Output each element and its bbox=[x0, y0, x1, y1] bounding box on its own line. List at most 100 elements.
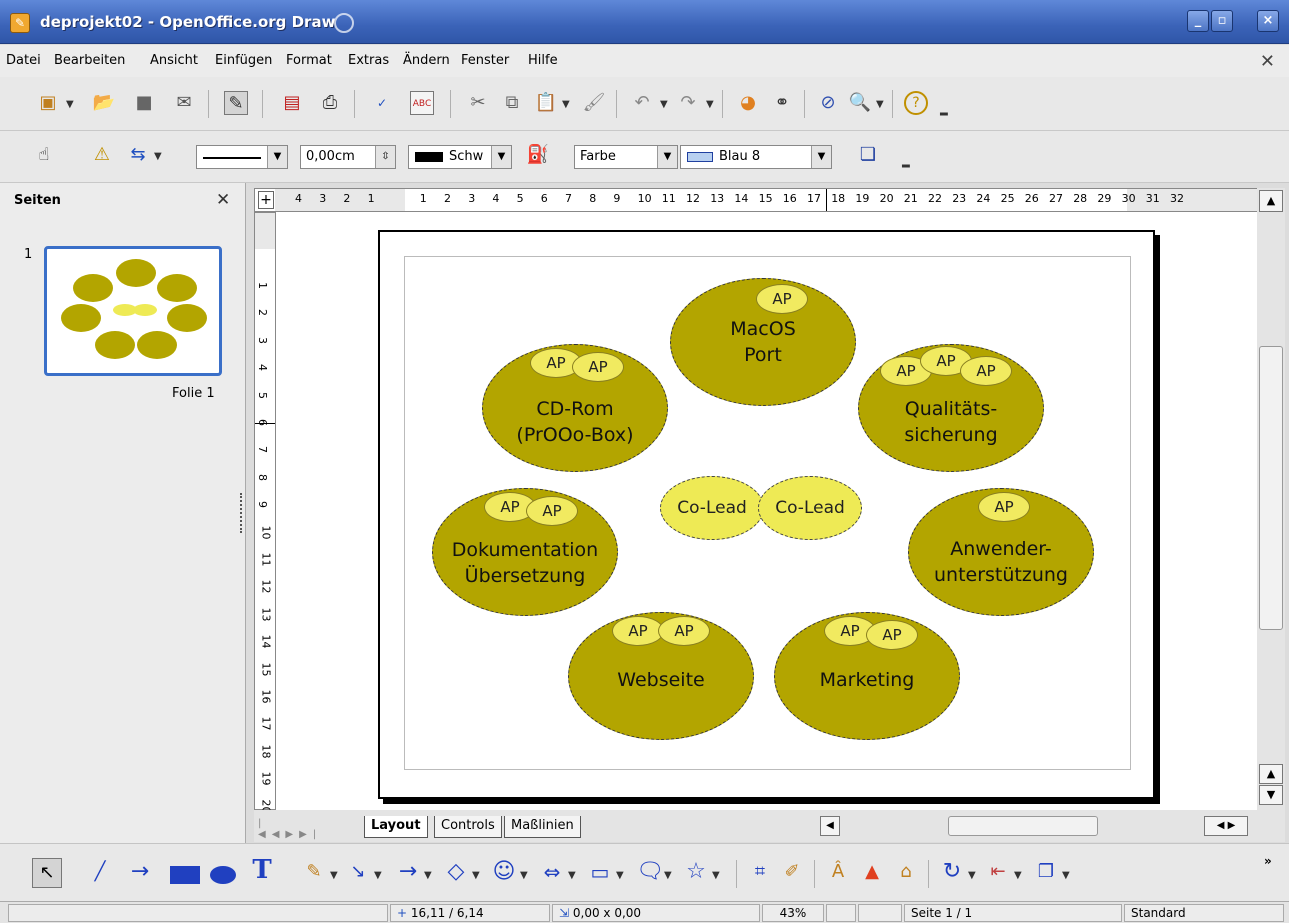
menu-extras[interactable]: Extras bbox=[348, 53, 389, 68]
line-tool-icon[interactable]: ╱ bbox=[88, 860, 112, 884]
arrange-icon[interactable]: ❐ bbox=[1034, 860, 1058, 884]
toolbar-overflow-icon[interactable]: ▂ bbox=[902, 157, 910, 168]
tab-masslinien[interactable]: Maßlinien bbox=[504, 816, 581, 838]
scroll-up-icon[interactable]: ▲ bbox=[1259, 190, 1283, 212]
menu-format[interactable]: Format bbox=[286, 53, 332, 68]
lines-arrows-dropdown-icon[interactable]: ▼ bbox=[424, 870, 432, 881]
ap-marker[interactable]: AP bbox=[612, 616, 664, 646]
styles-icon[interactable]: ☝ bbox=[32, 143, 56, 167]
ap-marker[interactable]: AP bbox=[526, 496, 578, 526]
line-style-select[interactable]: ▼ bbox=[196, 145, 288, 169]
line-icon[interactable]: ⚠ bbox=[90, 143, 114, 167]
alignment-dropdown-icon[interactable]: ▼ bbox=[1014, 870, 1022, 881]
basic-shapes-dropdown-icon[interactable]: ▼ bbox=[472, 870, 480, 881]
glue-points-icon[interactable]: ✐ bbox=[780, 860, 804, 884]
line-width-field[interactable]: 0,00cm ⇳ bbox=[300, 145, 396, 169]
chevron-down-icon[interactable]: ▼ bbox=[811, 146, 831, 168]
scrollbar-thumb[interactable] bbox=[1259, 346, 1283, 630]
copy-icon[interactable]: ⧉ bbox=[500, 91, 524, 115]
print-icon[interactable]: ⎙ bbox=[318, 91, 342, 115]
menu-bearbeiten[interactable]: Bearbeiten bbox=[54, 53, 125, 68]
line-color-select[interactable]: Schw ▼ bbox=[408, 145, 512, 169]
menu-fenster[interactable]: Fenster bbox=[461, 53, 509, 68]
arrow-style-icon[interactable]: ⇆ bbox=[126, 143, 150, 167]
basic-shapes-icon[interactable]: ◇ bbox=[444, 860, 468, 884]
format-paintbrush-icon[interactable]: 🖌 bbox=[582, 91, 606, 115]
insert-image-icon[interactable]: ▲ bbox=[860, 860, 884, 884]
maximize-button[interactable]: ▫ bbox=[1211, 10, 1233, 32]
stars-dropdown-icon[interactable]: ▼ bbox=[712, 870, 720, 881]
fontwork-icon[interactable]: Â bbox=[826, 860, 850, 884]
close-window-button[interactable]: × bbox=[1257, 10, 1279, 32]
menu-einfuegen[interactable]: Einfügen bbox=[215, 53, 272, 68]
slide-thumbnail[interactable] bbox=[44, 246, 222, 376]
gallery-icon[interactable]: ⌂ bbox=[894, 860, 918, 884]
undo-dropdown-icon[interactable]: ▼ bbox=[660, 99, 668, 110]
horizontal-scrollbar-thumb[interactable] bbox=[948, 816, 1098, 836]
connector-tool-icon[interactable]: ↘ bbox=[346, 860, 370, 884]
shadow-icon[interactable]: ❏ bbox=[856, 143, 880, 167]
symbol-shapes-dropdown-icon[interactable]: ▼ bbox=[520, 870, 528, 881]
tab-navigation-icon[interactable]: |◀◀▶▶| bbox=[258, 818, 324, 840]
ap-marker[interactable]: AP bbox=[756, 284, 808, 314]
drawing-canvas[interactable]: MacOS Port AP CD-Rom (PrOOo-Box) AP AP Qua… bbox=[276, 212, 1257, 810]
scroll-right-icon[interactable]: ◀ ▶ bbox=[1204, 816, 1248, 836]
scroll-up-icon[interactable]: ▲ bbox=[1259, 764, 1283, 784]
new-dropdown-icon[interactable]: ▼ bbox=[66, 99, 74, 110]
save-icon[interactable]: ■ bbox=[132, 91, 156, 115]
ap-marker[interactable]: AP bbox=[572, 352, 624, 382]
menu-hilfe[interactable]: Hilfe bbox=[528, 53, 558, 68]
stepper-icon[interactable]: ⇳ bbox=[375, 146, 395, 168]
co-lead-right[interactable]: Co-Lead bbox=[758, 476, 862, 540]
fill-type-select[interactable]: Farbe ▼ bbox=[574, 145, 678, 169]
ap-marker[interactable]: AP bbox=[866, 620, 918, 650]
symbol-shapes-icon[interactable]: ☺ bbox=[492, 860, 516, 884]
chart-icon[interactable]: ◕ bbox=[736, 91, 760, 115]
close-panel-icon[interactable]: ✕ bbox=[216, 190, 230, 210]
block-arrows-dropdown-icon[interactable]: ▼ bbox=[568, 870, 576, 881]
email-icon[interactable]: ✉ bbox=[172, 91, 196, 115]
line-arrow-tool-icon[interactable]: → bbox=[128, 860, 152, 884]
spellcheck-icon[interactable]: ✓ bbox=[370, 91, 394, 115]
chevron-down-icon[interactable]: ▼ bbox=[267, 146, 287, 168]
flowchart-dropdown-icon[interactable]: ▼ bbox=[616, 870, 624, 881]
curve-tool-icon[interactable]: ✎ bbox=[302, 860, 326, 884]
menu-datei[interactable]: Datei bbox=[6, 53, 41, 68]
export-pdf-icon[interactable]: ▤ bbox=[280, 91, 304, 115]
more-tools-icon[interactable]: » bbox=[1264, 854, 1272, 868]
scroll-left-icon[interactable]: ◀ bbox=[820, 816, 840, 836]
scroll-down-icon[interactable]: ▼ bbox=[1259, 785, 1283, 805]
ap-marker[interactable]: AP bbox=[978, 492, 1030, 522]
callouts-dropdown-icon[interactable]: ▼ bbox=[664, 870, 672, 881]
chevron-down-icon[interactable]: ▼ bbox=[491, 146, 511, 168]
block-arrows-icon[interactable]: ⇔ bbox=[540, 860, 564, 884]
arrow-style-dropdown-icon[interactable]: ▼ bbox=[154, 151, 162, 162]
rectangle-tool-icon[interactable] bbox=[170, 866, 200, 884]
autospellcheck-icon[interactable]: ABC bbox=[410, 91, 434, 115]
menu-ansicht[interactable]: Ansicht bbox=[150, 53, 198, 68]
fill-bucket-icon[interactable]: ⛽ bbox=[526, 143, 550, 167]
show-draw-functions-icon[interactable]: ⊘ bbox=[816, 91, 840, 115]
new-document-icon[interactable]: ▣ bbox=[36, 91, 60, 115]
flowchart-icon[interactable]: ▭ bbox=[588, 860, 612, 884]
toolbar-overflow-icon[interactable]: ▂ bbox=[940, 105, 948, 116]
navigator-icon[interactable]: ⚭ bbox=[770, 91, 794, 115]
horizontal-ruler[interactable]: + 4 3 2 1 1 2 3 4 5 6 7 8 9 10 11 12 13 14 15 16 17 18 19 20 21 2… bbox=[254, 188, 1257, 212]
open-folder-icon[interactable]: 📂 bbox=[92, 91, 116, 115]
menu-aendern[interactable]: Ändern bbox=[403, 53, 450, 68]
callouts-icon[interactable]: 🗨 bbox=[636, 860, 664, 884]
panel-splitter-handle[interactable] bbox=[240, 493, 244, 533]
vertical-ruler[interactable]: 1 2 3 4 5 6 7 8 9 10 11 12 13 14 15 16 17 18 19 20 bbox=[254, 212, 276, 813]
curve-dropdown-icon[interactable]: ▼ bbox=[330, 870, 338, 881]
zoom-value[interactable]: 43% bbox=[762, 904, 824, 922]
page[interactable]: MacOS Port AP CD-Rom (PrOOo-Box) AP AP Qua… bbox=[378, 230, 1155, 799]
alignment-icon[interactable]: ⇤ bbox=[986, 860, 1010, 884]
rotate-dropdown-icon[interactable]: ▼ bbox=[968, 870, 976, 881]
zoom-dropdown-icon[interactable]: ▼ bbox=[876, 99, 884, 110]
help-icon[interactable]: ? bbox=[904, 91, 928, 115]
edit-file-icon[interactable]: ✎ bbox=[224, 91, 248, 115]
redo-dropdown-icon[interactable]: ▼ bbox=[706, 99, 714, 110]
fill-color-select[interactable]: Blau 8 ▼ bbox=[680, 145, 832, 169]
undo-icon[interactable]: ↶ bbox=[630, 91, 654, 115]
ruler-origin-icon[interactable]: + bbox=[258, 191, 274, 209]
